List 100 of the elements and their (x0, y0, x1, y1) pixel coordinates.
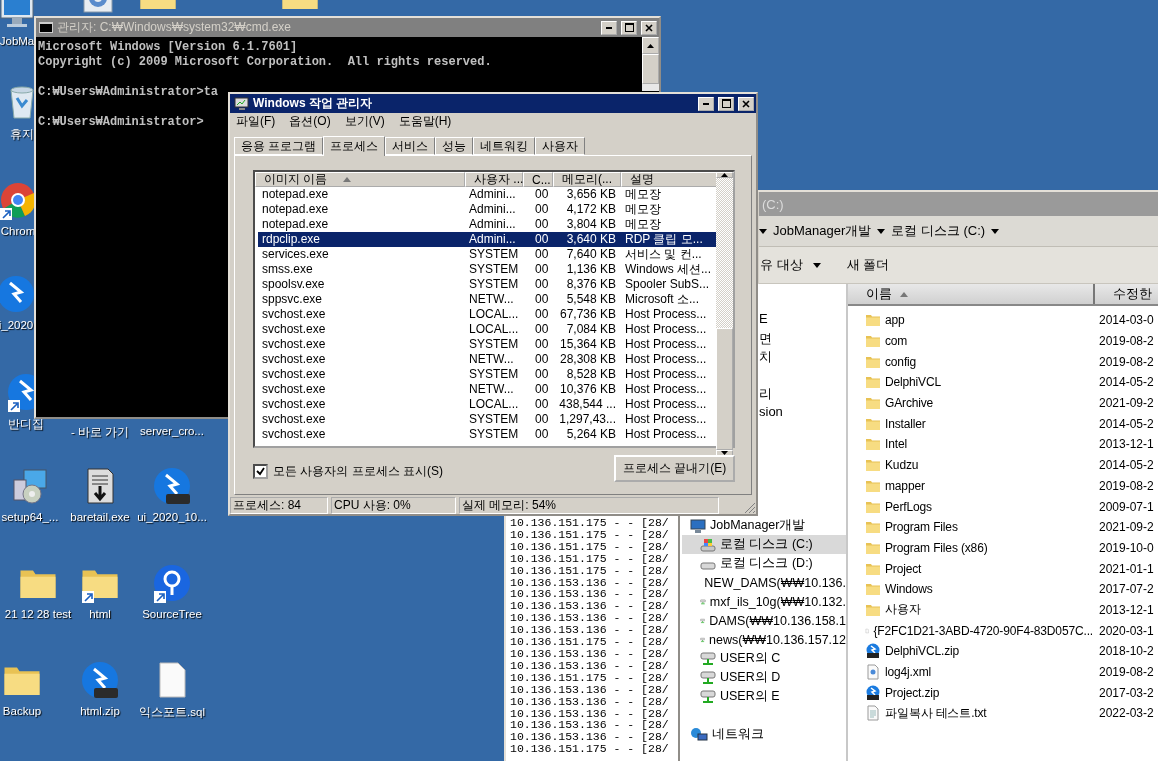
file-name[interactable]: Kudzu (885, 458, 919, 473)
file-name[interactable]: config (885, 354, 917, 369)
tree-item[interactable]: 로컬 디스크 (D:) (682, 554, 846, 573)
tree-item-label[interactable]: NEW_DAMS(₩₩10.136. (704, 575, 846, 590)
process-row[interactable]: svchost.exe LOCAL... 00 67,736 KB Host Process... (258, 307, 716, 322)
file-name[interactable]: log4j.xml (885, 665, 931, 680)
process-row[interactable]: svchost.exe SYSTEM 00 8,528 KB Host Process... (258, 367, 716, 382)
tab[interactable]: 사용자 (535, 137, 586, 155)
desktop-icon-label[interactable]: ui_2020_10... (137, 511, 207, 523)
tab[interactable]: 프로세스 (323, 136, 386, 156)
file-name[interactable]: DelphiVCL (885, 375, 941, 390)
process-row[interactable]: services.exe SYSTEM 00 7,640 KB 서비스 및 컨... (258, 247, 716, 262)
desktop-icon-label[interactable]: Backup (2, 705, 42, 717)
nav-item[interactable]: 리 (759, 385, 772, 404)
desktop-icon-label[interactable]: i_2020 (0, 319, 34, 331)
tree-item[interactable]: mxf_ils_10g(₩₩10.132. (682, 592, 846, 611)
process-row[interactable]: notepad.exe Admini... 00 4,172 KB 메모장 (258, 202, 716, 217)
file-name[interactable]: Program Files (885, 520, 958, 535)
process-row[interactable]: svchost.exe SYSTEM 00 15,364 KB Host Process... (258, 337, 716, 352)
file-name[interactable]: PerfLogs (885, 499, 932, 514)
nav-item[interactable]: sion (759, 403, 783, 422)
scrollbar-thumb[interactable] (642, 54, 659, 84)
file-name[interactable]: app (885, 313, 905, 328)
file-name[interactable]: Windows (885, 582, 933, 597)
tree-item-label[interactable]: news(₩₩10.136.157.12 (709, 632, 846, 647)
desktop-icon-label[interactable]: baretail.exe (70, 511, 130, 523)
desktop-icon-label[interactable]: server_cro... (140, 425, 204, 437)
file-name[interactable]: 사용자 (885, 601, 921, 619)
close-button[interactable] (641, 20, 657, 35)
file-name[interactable]: Program Files (x86) (885, 540, 988, 555)
desktop-icon-label[interactable]: 익스포트.sql (139, 705, 205, 720)
file-name[interactable]: Project.zip (885, 685, 940, 700)
file-name[interactable]: DelphiVCL.zip (885, 644, 960, 659)
checkbox[interactable] (253, 464, 268, 479)
process-row[interactable]: svchost.exe NETW... 00 10,376 KB Host Process... (258, 382, 716, 397)
tree-item[interactable]: 네트워크 (682, 725, 846, 744)
process-row[interactable]: smss.exe SYSTEM 00 1,136 KB Windows 세션... (258, 262, 716, 277)
file-name[interactable]: GArchive (885, 396, 934, 411)
tree-item[interactable]: DAMS(₩₩10.136.158.1 (682, 611, 846, 630)
process-row[interactable]: notepad.exe Admini... 00 3,804 KB 메모장 (258, 217, 716, 232)
tree-item-label[interactable]: 로컬 디스크 (D:) (720, 555, 813, 572)
tree-item-label[interactable]: USER의 C (720, 650, 781, 667)
process-row[interactable]: sppsvc.exe NETW... 00 5,548 KB Microsoft 소... (258, 292, 716, 307)
maximize-button[interactable] (718, 96, 734, 111)
tree-item[interactable]: 로컬 디스크 (C:) (682, 535, 846, 554)
file-name[interactable]: 파일복사 테스트.txt (885, 704, 987, 722)
tree-item[interactable]: JobManager개발 (682, 516, 846, 535)
tree-item[interactable]: NEW_DAMS(₩₩10.136. (682, 573, 846, 592)
column-header[interactable]: 수정한 (1095, 284, 1158, 304)
process-row[interactable]: svchost.exe NETW... 00 28,308 KB Host Process... (258, 352, 716, 367)
process-row[interactable]: notepad.exe Admini... 00 3,656 KB 메모장 (258, 187, 716, 202)
end-process-button[interactable]: 프로세스 끝내기(E) (614, 455, 735, 482)
tree-item[interactable]: USER의 E (682, 687, 846, 706)
toolbar-button[interactable]: 새 폴더 (846, 256, 890, 274)
desktop-icon-label[interactable]: 반디집 (8, 417, 44, 432)
tree-item-label[interactable]: USER의 D (720, 669, 781, 686)
tree-item-label[interactable]: 로컬 디스크 (C:) (720, 536, 813, 553)
nav-item[interactable]: 면 (759, 329, 772, 348)
column-header[interactable]: 메모리(... (553, 172, 621, 187)
menu-item[interactable]: 보기(V) (344, 113, 385, 130)
menu-item[interactable]: 옵션(O) (289, 113, 331, 130)
scroll-up-button[interactable] (642, 37, 659, 54)
tree-item-label[interactable]: DAMS(₩₩10.136.158.1 (709, 613, 846, 628)
menu-item[interactable]: 도움말(H) (398, 113, 452, 130)
process-row[interactable]: rdpclip.exe Admini... 00 3,640 KB RDP 클립 모... (258, 232, 716, 247)
minimize-button[interactable] (601, 20, 617, 35)
address-bar[interactable]: JobManager개발 로컬 디스크 (C:) (759, 216, 1158, 247)
maximize-button[interactable] (621, 20, 637, 35)
tab[interactable]: 서비스 (385, 137, 436, 155)
desktop-icon-label[interactable]: setup64_... (1, 511, 59, 523)
file-name[interactable]: Project (885, 561, 922, 576)
desktop-icon-label[interactable]: 휴지 (10, 127, 34, 142)
process-row[interactable]: svchost.exe LOCAL... 00 7,084 KB Host Process... (258, 322, 716, 337)
tree-item[interactable]: USER의 C (682, 649, 846, 668)
tab[interactable]: 네트워킹 (473, 137, 536, 155)
desktop-icon-label[interactable]: JobMa (0, 35, 35, 47)
file-name[interactable]: Installer (885, 416, 926, 431)
close-button[interactable] (738, 96, 754, 111)
tree-item-label[interactable]: USER의 E (720, 688, 780, 705)
menu-item[interactable]: 파일(F) (236, 113, 276, 130)
breadcrumb-item[interactable]: 로컬 디스크 (C:) (891, 222, 986, 240)
process-row[interactable]: svchost.exe SYSTEM 00 5,264 KB Host Process... (258, 427, 716, 442)
file-name[interactable]: mapper (885, 478, 925, 493)
process-row[interactable]: svchost.exe SYSTEM 00 1,297,43... Host Process... (258, 412, 716, 427)
tree-item[interactable]: USER의 D (682, 668, 846, 687)
minimize-button[interactable] (698, 96, 714, 111)
tab[interactable]: 응용 프로그램 (234, 137, 324, 155)
file-name[interactable]: com (885, 334, 908, 349)
nav-item[interactable]: E (759, 311, 768, 330)
checkbox-label[interactable]: 모든 사용자의 프로세스 표시(S) (273, 463, 443, 480)
process-row[interactable]: spoolsv.exe SYSTEM 00 8,376 KB Spooler SubS... (258, 277, 716, 292)
nav-item[interactable]: 치 (759, 348, 772, 367)
column-header[interactable]: 사용자 ... (465, 172, 523, 187)
desktop-icon-label[interactable]: - 바로 가기 (70, 425, 130, 440)
tab[interactable]: 성능 (435, 137, 474, 155)
toolbar-button[interactable]: 유 대상 (760, 256, 821, 274)
tree-item-label[interactable]: JobManager개발 (710, 517, 806, 534)
tree-item-label[interactable]: mxf_ils_10g(₩₩10.132. (709, 594, 846, 609)
desktop-icon-label[interactable]: html (89, 608, 111, 620)
tree-item-label[interactable]: 네트워크 (712, 726, 764, 743)
